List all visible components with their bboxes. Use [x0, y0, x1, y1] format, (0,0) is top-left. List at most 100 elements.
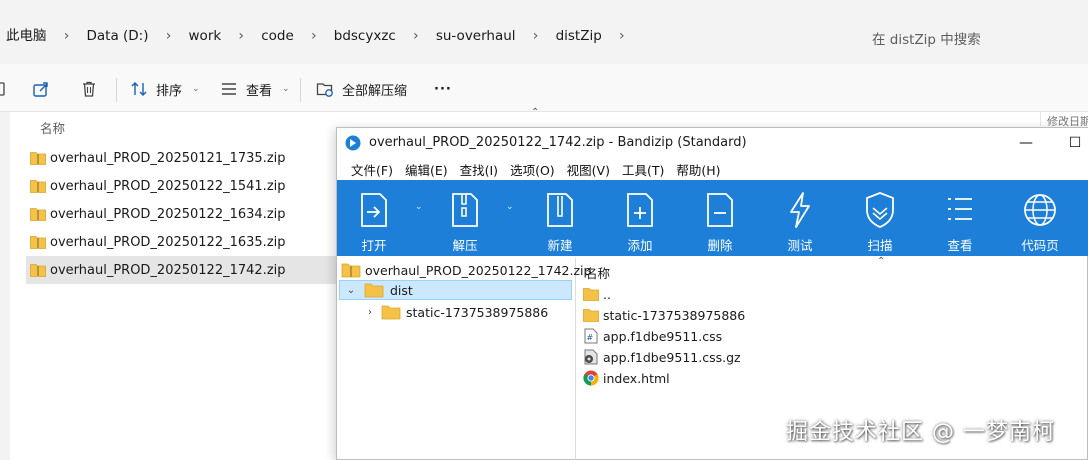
extract-icon: [452, 193, 478, 227]
breadcrumb-this-pc[interactable]: 此电脑: [0, 26, 53, 46]
navigation-pane[interactable]: [0, 112, 10, 460]
file-name: overhaul_PROD_20250122_1635.zip: [50, 234, 286, 250]
menu-file[interactable]: 文件(F): [345, 160, 399, 179]
extract-button[interactable]: 解压: [430, 180, 500, 256]
svg-text:#: #: [587, 333, 594, 342]
chevron-right-icon[interactable]: ›: [155, 26, 183, 46]
chevron-right-icon[interactable]: ›: [522, 26, 550, 46]
delete-label: 删除: [707, 238, 733, 253]
new-archive-label: 新建: [547, 238, 573, 253]
view-button[interactable]: 查看: [925, 180, 995, 256]
folder-icon: [583, 309, 599, 322]
lightning-icon: [790, 192, 810, 228]
minimize-button[interactable]: —: [1015, 133, 1037, 153]
file-list: overhaul_PROD_20250121_1735.zip overhaul…: [26, 144, 346, 284]
file-row-selected[interactable]: overhaul_PROD_20250122_1742.zip: [26, 256, 346, 284]
menu-bar: 文件(F) 编辑(E) 查找(I) 选项(O) 视图(V) 工具(T) 帮助(H…: [337, 158, 1088, 180]
bandizip-window: overhaul_PROD_20250122_1742.zip - Bandiz…: [336, 127, 1088, 460]
view-label: 查看: [947, 238, 973, 253]
chevron-right-icon[interactable]: ›: [363, 307, 377, 318]
breadcrumb-data-drive[interactable]: Data (D:): [81, 26, 155, 46]
menu-tools[interactable]: 工具(T): [616, 160, 670, 179]
menu-edit[interactable]: 编辑(E): [399, 160, 454, 179]
zip-folder-icon: [30, 152, 46, 165]
menu-find[interactable]: 查找(I): [454, 160, 504, 179]
codepage-label: 代码页: [1021, 238, 1059, 253]
open-dropdown-icon[interactable]: ⌄: [415, 202, 423, 212]
chevron-right-icon[interactable]: ›: [608, 26, 636, 46]
file-row[interactable]: overhaul_PROD_20250121_1735.zip: [26, 144, 346, 172]
delete-icon[interactable]: [80, 78, 98, 100]
file-row[interactable]: overhaul_PROD_20250122_1634.zip: [26, 200, 346, 228]
zip-folder-icon: [30, 208, 46, 221]
column-header-modified[interactable]: 修改日期: [1040, 112, 1088, 126]
extract-dropdown-icon[interactable]: ⌄: [506, 202, 514, 212]
maximize-button[interactable]: ☐: [1064, 133, 1086, 153]
folder-tree: overhaul_PROD_20250122_1742.zip ⌄ dist ›…: [337, 258, 591, 460]
list-item-name: app.f1dbe9511.css: [603, 328, 723, 344]
command-bar: 排序 ⌄ 查看 ⌄ 全部解压缩 ···: [0, 64, 1088, 112]
view-button[interactable]: 查看 ⌄: [220, 78, 290, 100]
toolbar-divider: [116, 78, 117, 102]
open-button[interactable]: 打开: [339, 180, 409, 256]
css-file-icon: #: [584, 328, 598, 344]
share-icon[interactable]: [32, 78, 50, 100]
chevron-right-icon[interactable]: ›: [227, 26, 255, 46]
delete-button[interactable]: 删除: [685, 180, 755, 256]
chevron-down-icon[interactable]: ⌄: [344, 285, 358, 296]
scan-button[interactable]: 扫描: [845, 180, 915, 256]
zip-folder-icon: [30, 180, 46, 193]
zip-folder-icon: [30, 236, 46, 249]
chevron-right-icon[interactable]: ›: [402, 26, 430, 46]
watermark: 掘金技术社区 @ 一梦南柯: [786, 420, 1055, 445]
list-item-parent[interactable]: ..: [583, 284, 611, 304]
breadcrumb-distzip[interactable]: distZip: [550, 26, 608, 46]
list-item-file[interactable]: app.f1dbe9511.css.gz: [583, 347, 741, 367]
new-archive-button[interactable]: 新建: [525, 180, 595, 256]
column-header-name[interactable]: 名称: [40, 118, 65, 137]
add-button[interactable]: 添加: [605, 180, 675, 256]
menu-options[interactable]: 选项(O): [504, 160, 561, 179]
tree-item-static[interactable]: › static-1737538975886: [363, 302, 548, 322]
folder-up-icon: [583, 288, 599, 301]
list-item-file[interactable]: # app.f1dbe9511.css: [583, 326, 722, 346]
chevron-right-icon[interactable]: ›: [53, 26, 81, 46]
breadcrumb-work[interactable]: work: [183, 26, 228, 46]
tree-root-archive[interactable]: overhaul_PROD_20250122_1742.zip: [341, 260, 591, 280]
file-row[interactable]: overhaul_PROD_20250122_1541.zip: [26, 172, 346, 200]
copy-icon[interactable]: [0, 78, 6, 100]
breadcrumb-code[interactable]: code: [255, 26, 300, 46]
breadcrumb: 此电脑 › Data (D:) › work › code › bdscyxzc…: [0, 26, 636, 46]
sort-button[interactable]: 排序 ⌄: [130, 78, 200, 100]
menu-view[interactable]: 视图(V): [561, 160, 616, 179]
folder-icon: [381, 305, 401, 320]
codepage-button[interactable]: 代码页: [1005, 180, 1075, 256]
file-name: overhaul_PROD_20250121_1735.zip: [50, 150, 286, 166]
title-bar[interactable]: overhaul_PROD_20250122_1742.zip - Bandiz…: [337, 128, 1088, 158]
delete-file-icon: [707, 193, 733, 227]
list-item-file[interactable]: index.html: [583, 368, 670, 388]
list-item-name: app.f1dbe9511.css.gz: [603, 349, 741, 365]
new-archive-icon: [547, 193, 573, 227]
chevron-down-icon: ⌄: [282, 84, 290, 94]
test-button[interactable]: 测试: [765, 180, 835, 256]
menu-help[interactable]: 帮助(H): [670, 160, 726, 179]
file-row[interactable]: overhaul_PROD_20250122_1635.zip: [26, 228, 346, 256]
breadcrumb-su-overhaul[interactable]: su-overhaul: [430, 26, 522, 46]
more-options-button[interactable]: ···: [434, 78, 452, 100]
search-input[interactable]: 在 distZip 中搜索: [858, 24, 1088, 56]
list-item-folder[interactable]: static-1737538975886: [583, 305, 745, 325]
chevron-right-icon[interactable]: ›: [300, 26, 328, 46]
address-bar-row: 此电脑 › Data (D:) › work › code › bdscyxzc…: [0, 0, 1088, 64]
column-header-name[interactable]: 名称: [585, 263, 610, 282]
bandizip-app-icon: [345, 135, 361, 151]
view-label: 查看: [246, 83, 273, 99]
breadcrumb-bdscyxzc[interactable]: bdscyxzc: [328, 26, 402, 46]
scan-label: 扫描: [867, 238, 893, 253]
sort-ascending-icon: ⌃: [531, 107, 540, 118]
window-title: overhaul_PROD_20250122_1742.zip - Bandiz…: [369, 135, 747, 150]
tree-item-dist[interactable]: ⌄ dist: [339, 280, 572, 300]
folder-icon: [364, 283, 384, 298]
extract-all-button[interactable]: 全部解压缩: [316, 78, 407, 100]
tree-item-label: dist: [390, 282, 413, 298]
